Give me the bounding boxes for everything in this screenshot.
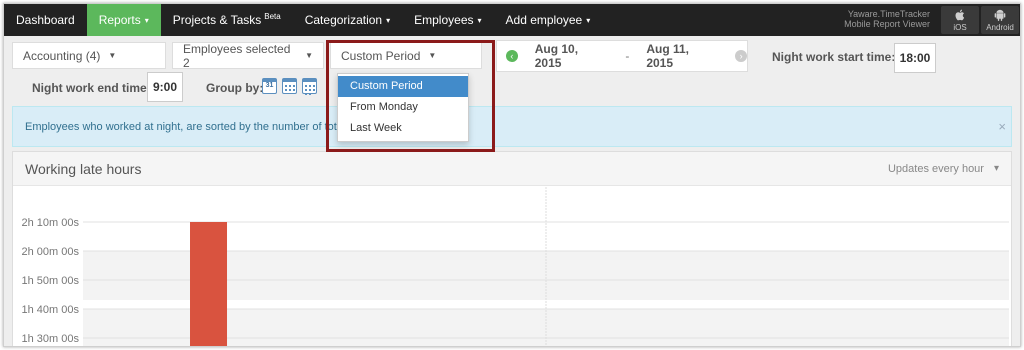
top-nav: Dashboard Reports ▾ Projects & Tasks Bet… bbox=[4, 4, 1020, 36]
nav-projects-label: Projects & Tasks bbox=[172, 13, 262, 27]
nav-reports-label: Reports bbox=[98, 13, 141, 27]
ios-app-button[interactable]: iOS bbox=[941, 6, 979, 34]
employees-value: Employees selected 2 bbox=[183, 41, 291, 70]
close-icon[interactable]: × bbox=[998, 119, 1006, 134]
brand-line1: Yaware.TimeTracker bbox=[847, 9, 930, 19]
date-separator: - bbox=[625, 49, 630, 63]
y-tick-label: 1h 30m 00s bbox=[22, 333, 80, 345]
nav-projects-tasks[interactable]: Projects & Tasks Beta bbox=[161, 4, 293, 36]
chevron-down-icon: ▾ bbox=[386, 15, 391, 25]
period-option-last-week[interactable]: Last Week bbox=[338, 118, 468, 139]
period-option-custom[interactable]: Custom Period bbox=[338, 76, 468, 97]
bar bbox=[190, 222, 228, 346]
period-value: Custom Period bbox=[341, 48, 421, 63]
apple-icon bbox=[955, 9, 965, 21]
alert-text: Employees who worked at night, are sorte… bbox=[25, 120, 357, 133]
nav-employees[interactable]: Employees ▾ bbox=[402, 4, 493, 36]
brand-line2: Mobile Report Viewer bbox=[844, 19, 930, 29]
date-from[interactable]: Aug 10, 2015 bbox=[535, 42, 607, 70]
department-value: Accounting (4) bbox=[23, 48, 101, 63]
chevron-down-icon: ▾ bbox=[993, 163, 999, 174]
group-by-week-icon[interactable] bbox=[282, 78, 297, 94]
update-frequency[interactable]: Updates every hour ▾ bbox=[888, 163, 999, 175]
period-dropdown-menu: Custom Period From Monday Last Week bbox=[337, 73, 469, 142]
update-frequency-label: Updates every hour bbox=[887, 162, 984, 175]
night-end-label: Night work end time: bbox=[32, 81, 151, 95]
previous-period-icon[interactable]: ‹ bbox=[506, 50, 518, 62]
nav-employees-label: Employees bbox=[414, 13, 474, 27]
y-tick-label: 1h 50m 00s bbox=[22, 275, 80, 287]
group-by-label: Group by: bbox=[206, 81, 264, 95]
info-alert: Employees who worked at night, are sorte… bbox=[12, 106, 1012, 147]
chevron-down-icon: ▾ bbox=[477, 15, 482, 25]
department-dropdown[interactable]: Accounting (4) ▼ bbox=[12, 42, 166, 69]
group-by-day-icon[interactable]: 31 bbox=[262, 78, 277, 94]
nav-categorization-label: Categorization bbox=[304, 13, 383, 27]
nav-dashboard-label: Dashboard bbox=[16, 13, 75, 27]
next-period-icon[interactable]: › bbox=[735, 50, 748, 62]
android-label: Android bbox=[986, 23, 1014, 32]
chevron-down-icon: ▾ bbox=[586, 15, 591, 25]
y-tick-label: 2h 00m 00s bbox=[22, 246, 80, 258]
beta-badge: Beta bbox=[264, 11, 281, 21]
caret-down-icon: ▼ bbox=[305, 51, 313, 60]
late-hours-chart: 2h 10m 00s 2h 00m 00s 1h 50m 00s 1h 40m 00s… bbox=[22, 187, 1009, 346]
night-start-label: Night work start time: bbox=[772, 50, 896, 64]
group-by-month-icon[interactable] bbox=[302, 78, 317, 95]
nav-reports[interactable]: Reports ▾ bbox=[86, 4, 161, 36]
y-tick-label: 2h 10m 00s bbox=[22, 217, 80, 229]
calendar-day-number: 31 bbox=[265, 82, 274, 89]
nav-categorization[interactable]: Categorization ▾ bbox=[293, 4, 402, 36]
period-dropdown[interactable]: Custom Period ▼ bbox=[330, 42, 482, 69]
night-start-input[interactable]: 18:00 bbox=[894, 43, 936, 73]
night-end-input[interactable]: 9:00 bbox=[147, 72, 183, 102]
nav-add-employee[interactable]: Add employee ▾ bbox=[494, 4, 603, 36]
android-app-button[interactable]: Android bbox=[981, 6, 1019, 34]
brand-text: Yaware.TimeTracker Mobile Report Viewer bbox=[844, 4, 940, 36]
nav-dashboard[interactable]: Dashboard bbox=[4, 4, 87, 36]
y-tick-label: 1h 40m 00s bbox=[22, 304, 80, 316]
caret-down-icon: ▼ bbox=[108, 51, 117, 60]
employees-dropdown[interactable]: Employees selected 2 ▼ bbox=[172, 41, 324, 70]
caret-down-icon: ▼ bbox=[428, 51, 437, 60]
chevron-down-icon: ▾ bbox=[144, 15, 149, 25]
android-icon bbox=[994, 8, 1006, 21]
panel-header: Working late hours Updates every hour ▾ bbox=[13, 152, 1011, 186]
app-window: Dashboard Reports ▾ Projects & Tasks Bet… bbox=[3, 3, 1021, 347]
ios-label: iOS bbox=[953, 23, 967, 32]
date-to[interactable]: Aug 11, 2015 bbox=[646, 42, 717, 70]
working-late-panel: Working late hours Updates every hour ▾ … bbox=[12, 151, 1012, 346]
nav-add-employee-label: Add employee bbox=[505, 13, 583, 27]
date-range-picker: ‹ Aug 10, 2015 - Aug 11, 2015 › bbox=[496, 40, 748, 72]
period-option-from-monday[interactable]: From Monday bbox=[338, 97, 468, 118]
nav-right: Yaware.TimeTracker Mobile Report Viewer … bbox=[844, 4, 1020, 36]
panel-title: Working late hours bbox=[25, 160, 142, 177]
